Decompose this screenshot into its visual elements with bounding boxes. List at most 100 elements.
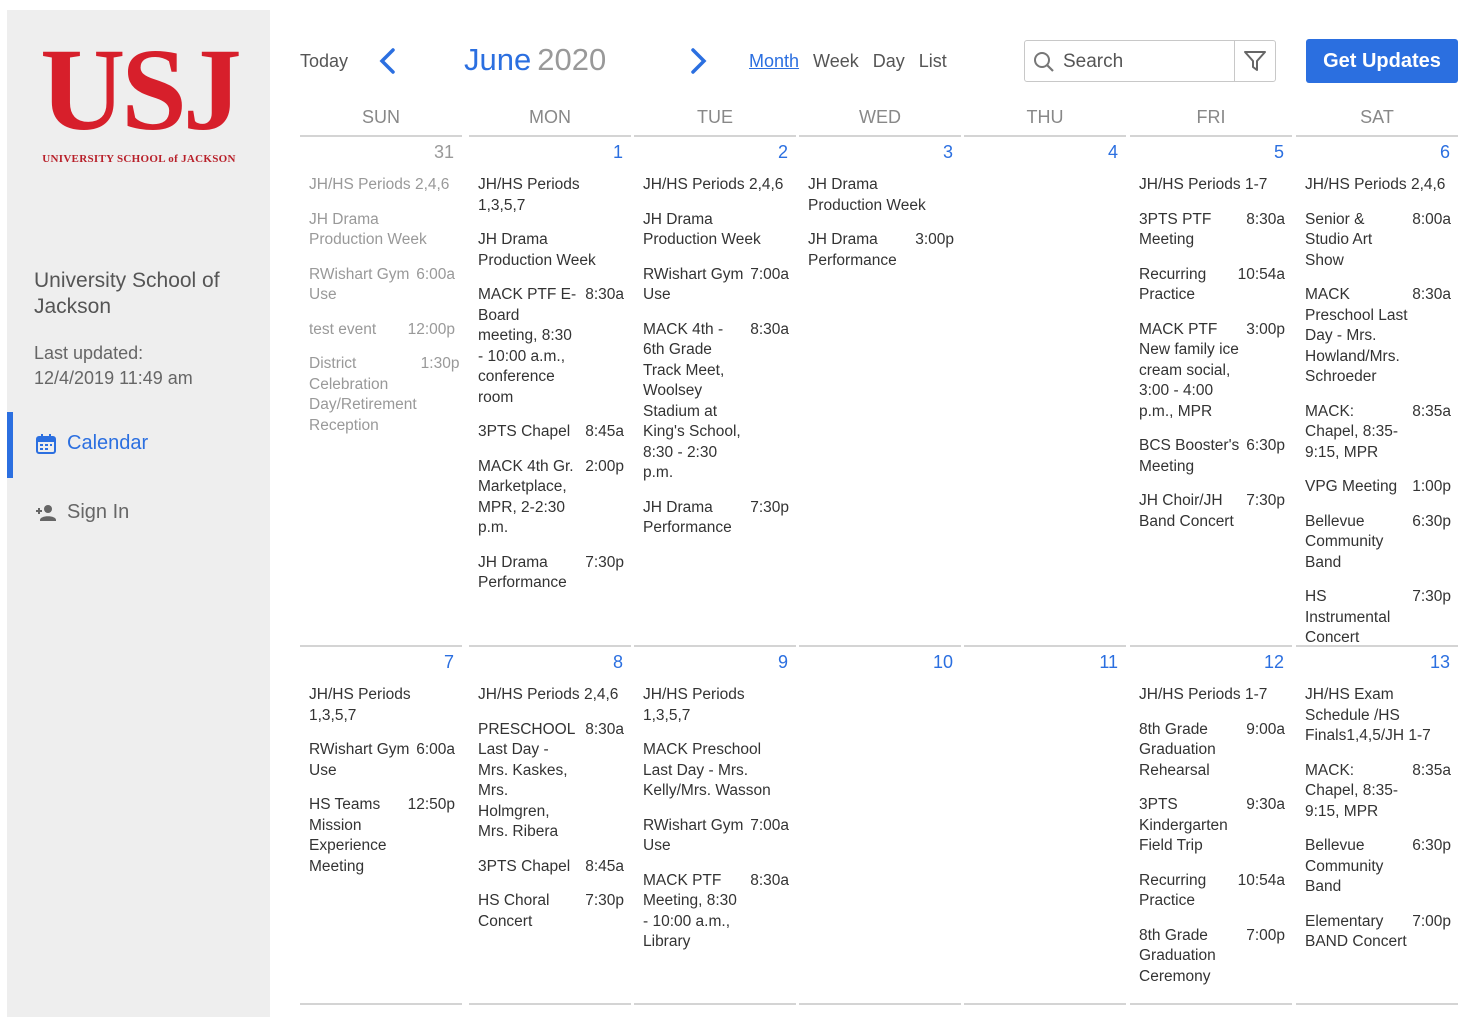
nav-sign-in[interactable]: Sign In xyxy=(35,501,129,524)
calendar-event[interactable]: VPG Meeting 1:00p xyxy=(1305,477,1451,498)
day-number[interactable]: 12 xyxy=(1264,652,1284,673)
calendar-event[interactable]: RWishart Gym Use 7:00a xyxy=(643,816,789,857)
calendar-event[interactable]: Recurring Practice 10:54a xyxy=(1139,265,1285,306)
day-cell[interactable]: 3 JH Drama Production Week JH Drama Perfor… xyxy=(799,135,961,645)
calendar-event[interactable]: RWishart Gym Use 6:00a xyxy=(309,740,455,781)
filter-button[interactable] xyxy=(1234,41,1275,81)
calendar-event[interactable]: 3PTS Kindergarten Field Trip 9:30a xyxy=(1139,795,1285,857)
view-switcher: Month Week Day List xyxy=(749,51,947,72)
today-button[interactable]: Today xyxy=(300,51,348,72)
organization-name: University School of Jackson xyxy=(34,269,220,318)
day-cell[interactable]: 31 JH/HS Periods 2,4,6 JH Drama Production… xyxy=(300,135,462,645)
calendar-event[interactable]: JH/HS Periods 1,3,5,7 xyxy=(478,175,624,216)
day-number[interactable]: 11 xyxy=(1099,652,1118,673)
day-cell[interactable]: 12 JH/HS Periods 1-7 8th Grade Graduation … xyxy=(1130,645,1292,1003)
calendar-event[interactable]: MACK PTF E-Board meeting, 8:30 - 10:00 a… xyxy=(478,285,624,408)
calendar-event[interactable]: HS Choral Concert 7:30p xyxy=(478,891,624,932)
day-number[interactable]: 3 xyxy=(943,142,953,163)
calendar-event[interactable]: JH Drama Production Week xyxy=(643,210,789,251)
calendar-event[interactable]: JH Drama Performance 3:00p xyxy=(808,230,954,271)
prev-month-button[interactable] xyxy=(376,46,400,76)
day-cell[interactable]: 11 xyxy=(964,645,1126,1003)
calendar-event[interactable]: MACK 4th Gr. Marketplace, MPR, 2-2:30 p.… xyxy=(478,457,624,539)
day-cell[interactable]: 8 JH/HS Periods 2,4,6 PRESCHOOL Last Day -… xyxy=(469,645,631,1003)
calendar-event[interactable]: Recurring Practice 10:54a xyxy=(1139,871,1285,912)
day-number[interactable]: 31 xyxy=(434,142,454,163)
calendar-event[interactable]: JH/HS Periods 1,3,5,7 xyxy=(309,685,455,726)
day-number[interactable]: 6 xyxy=(1440,142,1450,163)
calendar-event[interactable]: MACK: Chapel, 8:35-9:15, MPR 8:35a xyxy=(1305,402,1451,464)
calendar-event[interactable]: MACK: Chapel, 8:35-9:15, MPR 8:35a xyxy=(1305,761,1451,823)
search-input[interactable] xyxy=(1061,47,1255,77)
calendar-event[interactable]: JH Drama Performance 7:30p xyxy=(478,553,624,594)
calendar-event[interactable]: JH/HS Periods 1,3,5,7 xyxy=(643,685,789,726)
day-number[interactable]: 9 xyxy=(778,652,788,673)
day-number[interactable]: 10 xyxy=(933,652,953,673)
calendar-event[interactable]: JH/HS Exam Schedule /HS Finals1,4,5/JH 1… xyxy=(1305,685,1451,747)
day-cell[interactable]: 1 JH/HS Periods 1,3,5,7 JH Drama Productio… xyxy=(469,135,631,645)
calendar-event[interactable]: JH/HS Periods 2,4,6 xyxy=(309,175,455,196)
filter-icon xyxy=(1244,51,1266,71)
day-cell[interactable]: 7 JH/HS Periods 1,3,5,7 RWishart Gym Use 6:… xyxy=(300,645,462,1003)
calendar-event[interactable]: JH Drama Production Week xyxy=(478,230,624,271)
calendar-event[interactable]: HS Instrumental Concert 7:30p xyxy=(1305,587,1451,649)
day-number[interactable]: 5 xyxy=(1274,142,1284,163)
event-title: RWishart Gym Use xyxy=(643,816,744,855)
calendar-event[interactable]: Bellevue Community Band 6:30p xyxy=(1305,512,1451,574)
calendar-event[interactable]: Elementary BAND Concert 7:00p xyxy=(1305,912,1451,953)
calendar-event[interactable]: 3PTS Chapel 8:45a xyxy=(478,422,624,443)
day-cell[interactable]: 4 xyxy=(964,135,1126,645)
calendar-event[interactable]: MACK PTF Meeting, 8:30 - 10:00 a.m., Lib… xyxy=(643,871,789,953)
view-list[interactable]: List xyxy=(919,51,947,72)
calendar-event[interactable]: 3PTS Chapel 8:45a xyxy=(478,857,624,878)
day-number[interactable]: 2 xyxy=(778,142,788,163)
calendar-event[interactable]: JH/HS Periods 2,4,6 xyxy=(643,175,789,196)
day-cell[interactable]: 2 JH/HS Periods 2,4,6 JH Drama Production … xyxy=(634,135,796,645)
day-number[interactable]: 1 xyxy=(613,142,623,163)
day-cell[interactable]: 5 JH/HS Periods 1-7 3PTS PTF Meeting 8:30a R… xyxy=(1130,135,1292,645)
get-updates-button[interactable]: Get Updates xyxy=(1306,39,1458,83)
calendar-event[interactable]: PRESCHOOL Last Day - Mrs. Kaskes, Mrs. H… xyxy=(478,720,624,843)
day-cell[interactable]: 6 JH/HS Periods 2,4,6 Senior & Studio Art … xyxy=(1296,135,1458,646)
view-month[interactable]: Month xyxy=(749,51,799,72)
calendar-event[interactable]: JH/HS Periods 2,4,6 xyxy=(478,685,624,706)
calendar-event[interactable]: Bellevue Community Band 6:30p xyxy=(1305,836,1451,898)
day-number[interactable]: 13 xyxy=(1430,652,1450,673)
calendar-event[interactable]: 3PTS PTF Meeting 8:30a xyxy=(1139,210,1285,251)
calendar-event[interactable]: JH Drama Performance 7:30p xyxy=(643,498,789,539)
calendar-event[interactable]: MACK 4th - 6th Grade Track Meet, Woolsey… xyxy=(643,320,789,484)
nav-calendar[interactable]: Calendar xyxy=(35,432,148,455)
calendar-event[interactable]: test event 12:00p xyxy=(309,320,455,341)
calendar-event[interactable]: JH Drama Production Week xyxy=(309,210,455,251)
day-cell[interactable]: 9 JH/HS Periods 1,3,5,7 MACK Preschool Las… xyxy=(634,645,796,1003)
calendar-event[interactable]: RWishart Gym Use 7:00a xyxy=(643,265,789,306)
calendar-event[interactable]: JH/HS Periods 2,4,6 xyxy=(1305,175,1451,196)
calendar-event[interactable]: MACK PTF New family ice cream social, 3:… xyxy=(1139,320,1285,423)
calendar-event[interactable]: JH Choir/JH Band Concert 7:30p xyxy=(1139,491,1285,532)
view-day[interactable]: Day xyxy=(873,51,905,72)
calendar-event[interactable]: Senior & Studio Art Show 8:00a xyxy=(1305,210,1451,272)
calendar-event[interactable]: HS Teams Mission Experience Meeting 12:50… xyxy=(309,795,455,877)
calendar-event[interactable]: JH Drama Production Week xyxy=(808,175,954,216)
calendar-event[interactable]: District Celebration Day/Retirement Rece… xyxy=(309,354,459,436)
calendar-event[interactable]: 8th Grade Graduation Ceremony 7:00p xyxy=(1139,926,1285,988)
event-title: VPG Meeting xyxy=(1305,478,1398,495)
calendar-event[interactable]: BCS Booster's Meeting 6:30p xyxy=(1139,436,1285,477)
day-cell[interactable]: 10 xyxy=(799,645,961,1003)
event-title: MACK PTF New family ice cream social, 3:… xyxy=(1139,320,1239,420)
calendar-event[interactable]: RWishart Gym Use 6:00a xyxy=(309,265,455,306)
calendar-event[interactable]: MACK Preschool Last Day - Mrs. Kelly/Mrs… xyxy=(643,740,789,802)
calendar-event[interactable]: JH/HS Periods 1-7 xyxy=(1139,685,1285,706)
event-list: JH Drama Production Week JH Drama Perform… xyxy=(808,175,954,285)
calendar-event[interactable]: MACK Preschool Last Day - Mrs. Howland/M… xyxy=(1305,285,1451,388)
next-month-button[interactable] xyxy=(686,46,710,76)
day-number[interactable]: 7 xyxy=(444,652,454,673)
view-week[interactable]: Week xyxy=(813,51,859,72)
event-title: JH/HS Periods 1-7 xyxy=(1139,176,1268,193)
day-number[interactable]: 8 xyxy=(613,652,623,673)
day-cell[interactable]: 13 JH/HS Exam Schedule /HS Finals1,4,5/JH… xyxy=(1296,645,1458,1003)
day-number[interactable]: 4 xyxy=(1108,142,1118,163)
calendar-event[interactable]: 8th Grade Graduation Rehearsal 9:00a xyxy=(1139,720,1285,782)
calendar-event[interactable]: JH/HS Periods 1-7 xyxy=(1139,175,1285,196)
event-title: JH Drama Production Week xyxy=(478,231,596,269)
